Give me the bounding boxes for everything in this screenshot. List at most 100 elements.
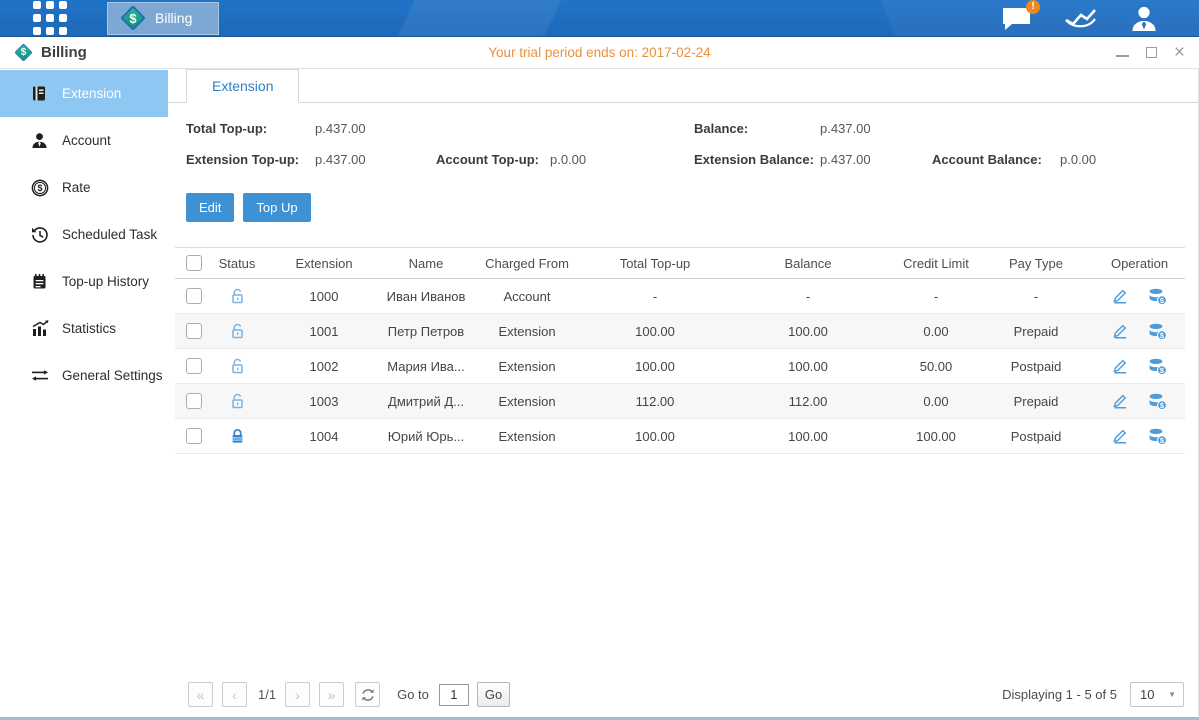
row-checkbox[interactable] [186,323,202,339]
edit-pencil-icon[interactable] [1112,393,1129,409]
topup-coins-icon[interactable]: $ [1148,323,1167,340]
column-header: Name [386,248,466,279]
page-size-value: 10 [1131,687,1154,702]
sidebar-item-label: Top-up History [62,274,149,289]
taskbar-tab-label: Billing [155,10,192,26]
topup-coins-icon[interactable]: $ [1148,358,1167,375]
total-topup-value: p.437.00 [315,121,366,136]
edit-pencil-icon[interactable] [1112,288,1129,304]
chevron-down-icon: ▼ [1168,690,1176,699]
table-row: 1003 Дмитрий Д... Extension 112.00 112.0… [175,384,1185,419]
topup-history-icon [30,272,49,291]
account-topup-label: Account Top-up: [436,152,539,167]
sidebar-item-label: Account [62,133,111,148]
general-settings-icon [30,366,49,385]
billing-app-icon: $ [120,5,146,31]
app-launcher-icon[interactable] [33,1,67,35]
rate-icon: $ [30,178,49,197]
lock-open-icon[interactable] [230,288,245,305]
sidebar-item-scheduled-task[interactable]: Scheduled Task [0,211,168,258]
row-checkbox[interactable] [186,288,202,304]
user-account-button[interactable] [1129,5,1159,31]
total-topup-cell: 100.00 [588,419,722,454]
sidebar-item-statistics[interactable]: Statistics [0,305,168,352]
close-icon[interactable]: × [1174,47,1185,58]
lock-open-icon[interactable] [230,323,245,340]
column-header: Total Top-up [588,248,722,279]
maximize-icon[interactable] [1146,47,1157,58]
extension-balance-label: Extension Balance: [694,152,814,167]
next-page-button[interactable]: › [285,682,310,707]
displaying-text: Displaying 1 - 5 of 5 [1002,687,1117,702]
balance-cell: 100.00 [722,314,894,349]
row-checkbox[interactable] [186,358,202,374]
extension-cell: 1003 [262,384,386,419]
credit-limit-cell: 0.00 [894,314,978,349]
lock-open-icon[interactable] [230,358,245,375]
go-button[interactable]: Go [477,682,510,707]
edit-pencil-icon[interactable] [1112,428,1129,444]
balance-cell: 100.00 [722,419,894,454]
page-indicator: 1/1 [258,687,276,702]
user-icon [1129,5,1159,31]
pay-type-cell: Postpaid [978,419,1094,454]
table-row: 1004 Юрий Юрь... Extension 100.00 100.00… [175,419,1185,454]
sidebar-item-top-up-history[interactable]: Top-up History [0,258,168,305]
topup-coins-icon[interactable]: $ [1148,288,1167,305]
resource-monitor-button[interactable] [1064,6,1097,31]
sidebar-item-rate[interactable]: $ Rate [0,164,168,211]
select-all-checkbox[interactable] [186,255,202,271]
window-title-bar: $ Billing Your trial period ends on: 201… [0,37,1199,69]
column-header: Balance [722,248,894,279]
extension-icon [30,84,49,103]
row-checkbox[interactable] [186,428,202,444]
top-up-button[interactable]: Top Up [243,193,310,222]
topup-coins-icon[interactable]: $ [1148,428,1167,445]
account-balance-value: p.0.00 [1060,152,1096,167]
row-checkbox[interactable] [186,393,202,409]
balance-cell: 100.00 [722,349,894,384]
column-header: Credit Limit [894,248,978,279]
edit-button[interactable]: Edit [186,193,234,222]
first-page-button[interactable]: « [188,682,213,707]
goto-page-input[interactable] [439,684,469,706]
minimize-icon[interactable] [1116,48,1129,57]
extension-balance-value: p.437.00 [820,152,871,167]
refresh-icon [361,688,375,702]
sidebar-item-extension[interactable]: Extension [0,70,168,117]
total-topup-cell: - [588,279,722,314]
pay-type-cell: Prepaid [978,314,1094,349]
notifications-button[interactable]: ! [1001,6,1032,31]
edit-pencil-icon[interactable] [1112,358,1129,374]
last-page-button[interactable]: » [319,682,344,707]
charged-from-cell: Extension [466,419,588,454]
column-header: Charged From [466,248,588,279]
total-topup-cell: 112.00 [588,384,722,419]
lock-closed-icon[interactable] [230,428,245,445]
topup-coins-icon[interactable]: $ [1148,393,1167,410]
goto-label: Go to [397,687,429,702]
page-size-select[interactable]: 10 ▼ [1130,682,1184,707]
pay-type-cell: - [978,279,1094,314]
sidebar-item-account[interactable]: Account [0,117,168,164]
refresh-button[interactable] [355,682,380,707]
sidebar: Extension Account $ Rate Scheduled Task … [0,69,168,716]
desktop-top-bar: $ Billing ! [0,0,1199,37]
edit-pencil-icon[interactable] [1112,323,1129,339]
lock-open-icon[interactable] [230,393,245,410]
column-header: Pay Type [978,248,1094,279]
sidebar-item-general-settings[interactable]: General Settings [0,352,168,399]
name-cell: Иван Иванов [386,279,466,314]
statistics-icon [30,319,49,338]
tab-strip: Extension [168,69,1198,103]
account-icon [30,131,49,150]
extensions-table: StatusExtensionNameCharged FromTotal Top… [175,247,1185,454]
taskbar-tab-billing[interactable]: $ Billing [107,2,219,35]
prev-page-button[interactable]: ‹ [222,682,247,707]
resource-monitor-icon [1064,6,1097,31]
extension-cell: 1002 [262,349,386,384]
tab-extension[interactable]: Extension [186,69,299,103]
total-topup-cell: 100.00 [588,349,722,384]
charged-from-cell: Extension [466,349,588,384]
sidebar-item-label: Rate [62,180,91,195]
